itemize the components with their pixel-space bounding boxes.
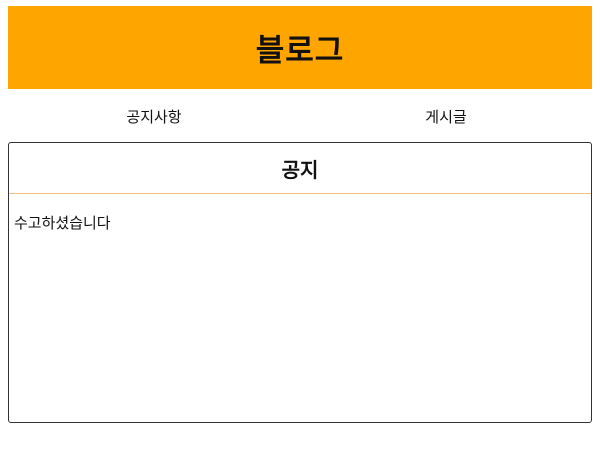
notice-card: 공지 수고하셨습니다: [8, 142, 592, 423]
nav-item-posts[interactable]: 게시글: [300, 96, 592, 136]
blog-page: 블로그 공지사항 게시글 공지 수고하셨습니다: [0, 0, 600, 452]
notice-content: 수고하셨습니다: [14, 214, 111, 232]
notice-card-header: 공지: [9, 143, 591, 194]
nav-item-notices[interactable]: 공지사항: [8, 96, 300, 136]
nav-bar: 공지사항 게시글: [8, 96, 592, 136]
blog-title: 블로그: [255, 33, 345, 69]
notice-title: 공지: [281, 157, 319, 182]
blog-header: 블로그: [8, 6, 592, 89]
